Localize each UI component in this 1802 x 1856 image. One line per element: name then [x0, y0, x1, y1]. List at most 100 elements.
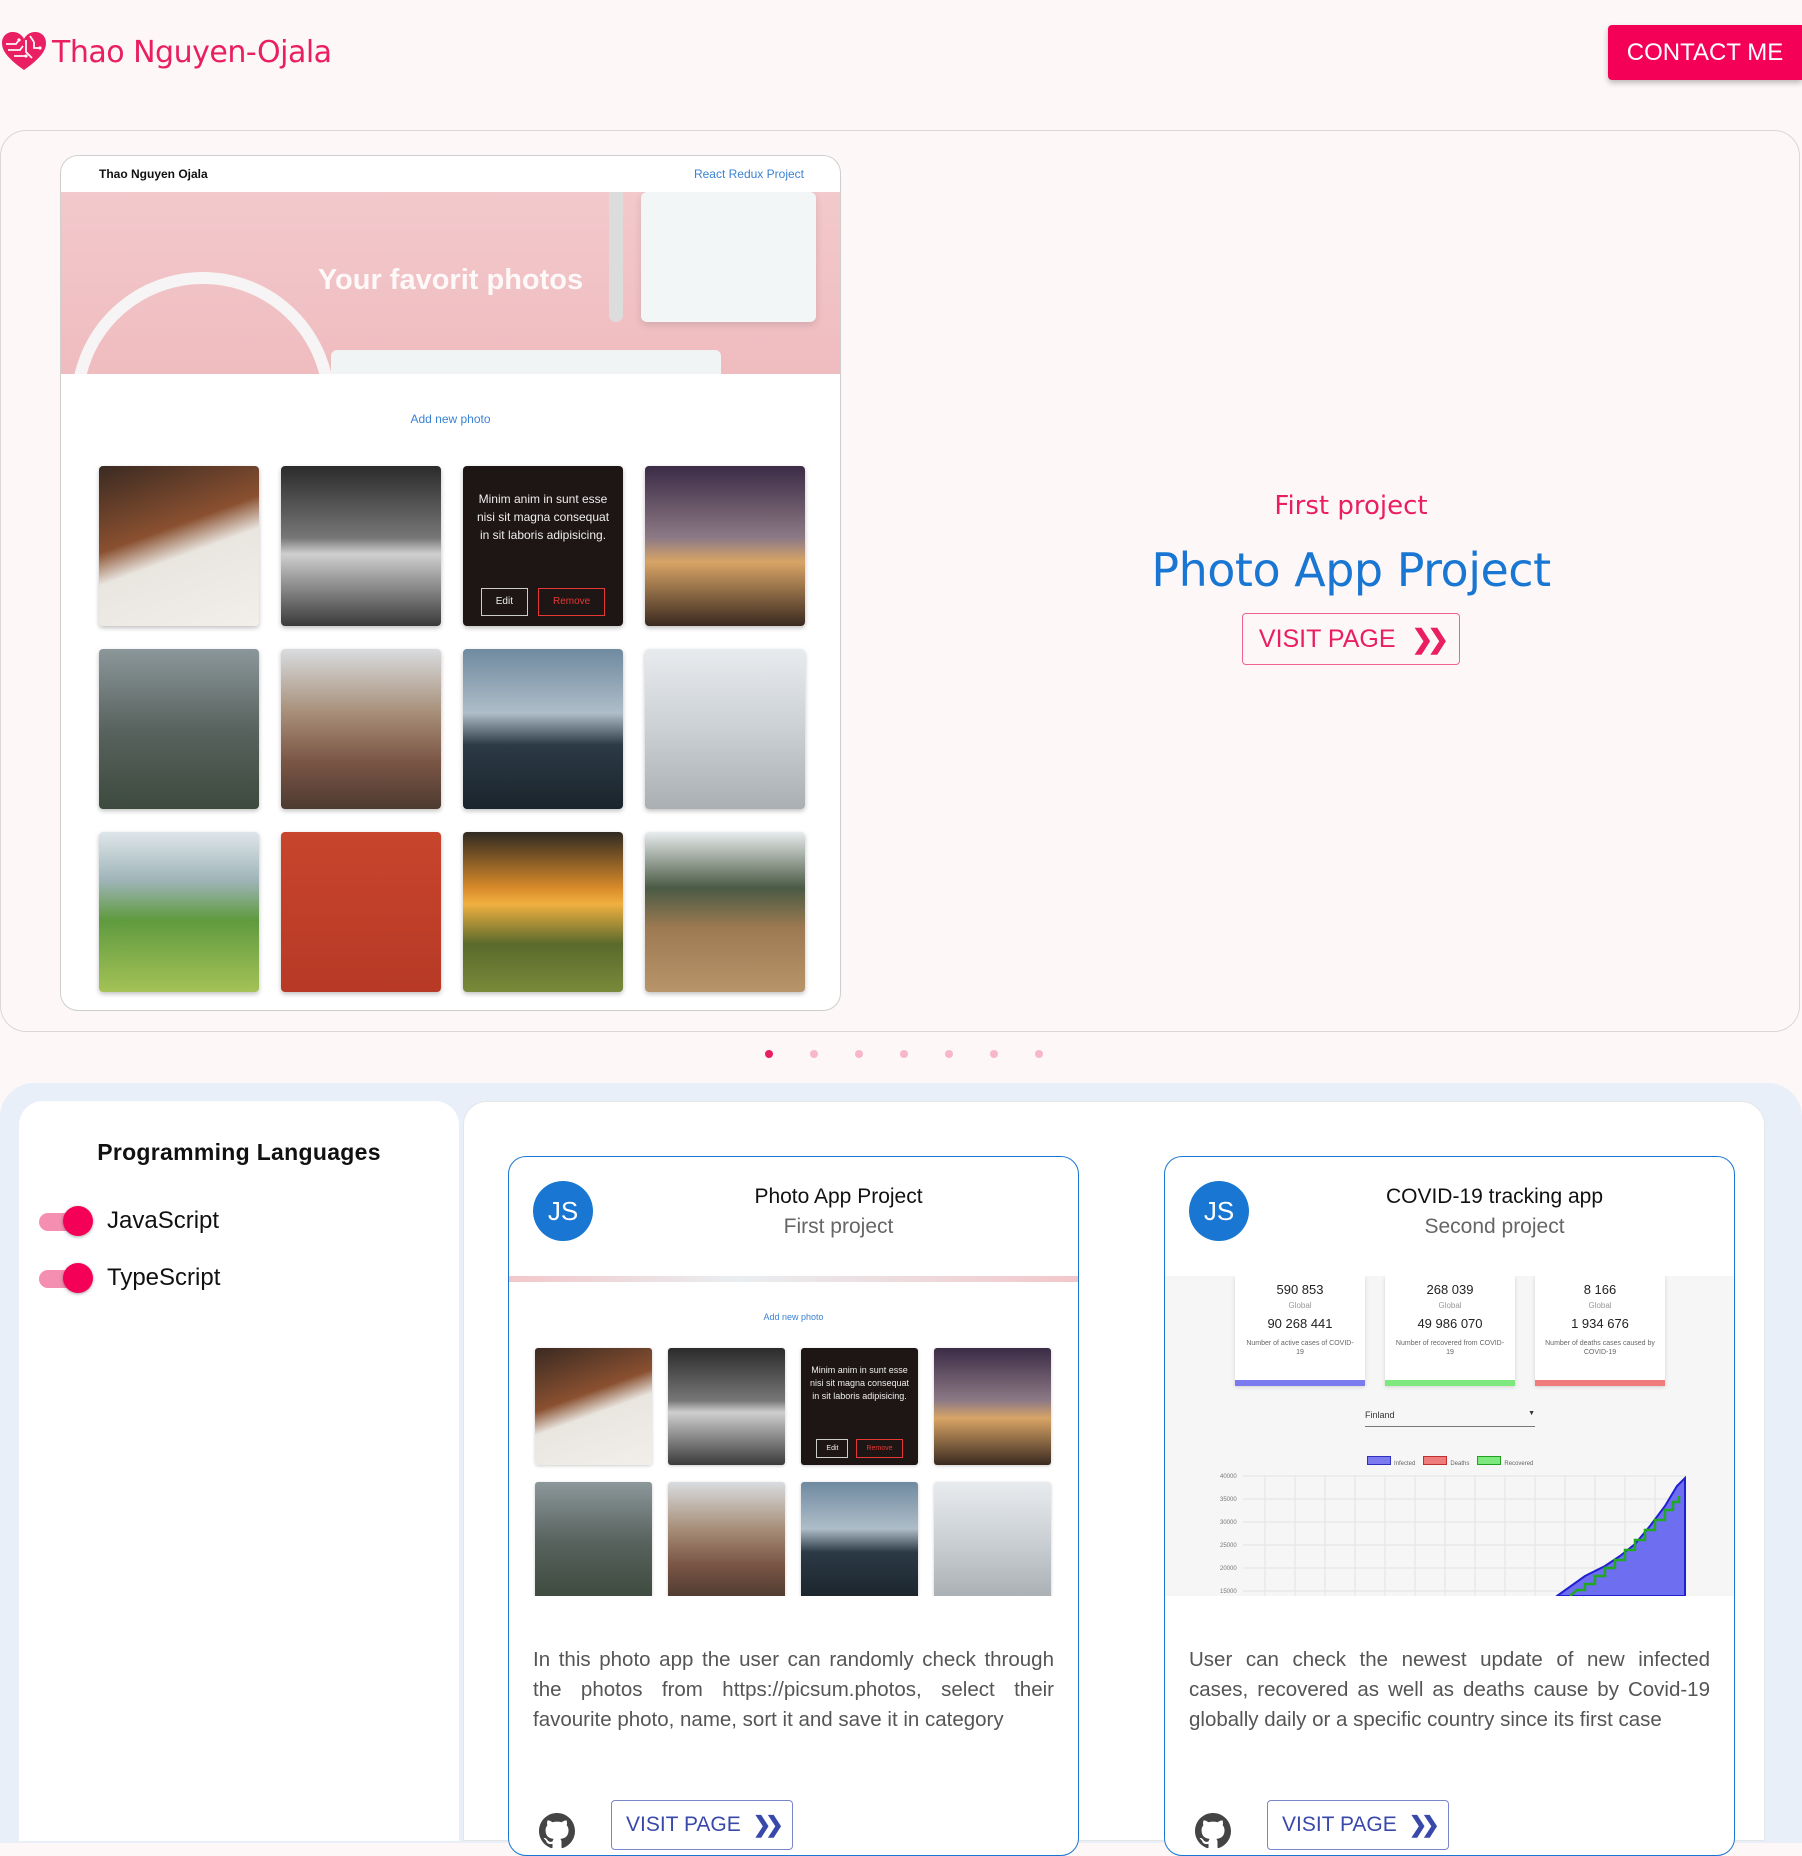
- y-tick-label: 15000: [1220, 1589, 1237, 1595]
- stat-new: 8 166: [1583, 1282, 1617, 1297]
- visit-page-button[interactable]: VISIT PAGE ❯❯: [611, 1800, 793, 1850]
- project-title: Photo App Project: [1151, 543, 1551, 597]
- project-info: First project Photo App Project VISIT PA…: [1001, 491, 1701, 665]
- photo-remove-button: Remove: [537, 588, 606, 616]
- card-subtitle: First project: [783, 1215, 894, 1238]
- toggle-javascript[interactable]: JavaScript: [39, 1206, 219, 1236]
- stat-card-deaths: 8 166 Global 1 934 676 Number of deaths …: [1535, 1276, 1665, 1386]
- card-title: Photo App Project: [754, 1185, 923, 1208]
- dropdown-arrow-icon: ▼: [1528, 1410, 1535, 1417]
- screenshot-photo-grid: Minim anim in sunt esse nisi sit magna c…: [99, 466, 805, 992]
- stat-card-infected: 590 853 Global 90 268 441 Number of acti…: [1235, 1276, 1365, 1386]
- card-description: User can check the newest update of new …: [1189, 1648, 1710, 1731]
- screenshot-add-photo-link: Add new photo: [410, 412, 491, 426]
- stat-note: Number of active cases of COVID-19: [1246, 1340, 1354, 1356]
- double-chevron-right-icon: ❯❯: [752, 1812, 784, 1837]
- github-icon[interactable]: [539, 1813, 575, 1849]
- stat-scope: Global: [1288, 1301, 1312, 1310]
- contact-me-button[interactable]: CONTACT ME: [1608, 25, 1802, 80]
- stat-card-recovered: 268 039 Global 49 986 070 Number of reco…: [1385, 1276, 1515, 1386]
- carousel-dot[interactable]: [1035, 1050, 1043, 1058]
- avatar: JS: [533, 1181, 593, 1241]
- stat-color-bar: [1535, 1380, 1665, 1386]
- card-subtitle: Second project: [1424, 1215, 1565, 1238]
- photo-city: [281, 649, 441, 809]
- visit-page-label: VISIT PAGE: [1282, 1813, 1397, 1836]
- stat-total: 90 268 441: [1267, 1316, 1333, 1331]
- photo-hover-card: Minim anim in sunt esse nisi sit magna c…: [463, 466, 623, 626]
- carousel-dot[interactable]: [945, 1050, 953, 1058]
- carousel-dot[interactable]: [810, 1050, 818, 1058]
- infected-area: [1555, 1475, 1686, 1596]
- keyboard-graphic: [331, 350, 721, 374]
- photo-sunset-rock: [645, 466, 805, 626]
- photo-caption: Minim anim in sunt esse nisi sit magna c…: [476, 492, 610, 542]
- project-card-covid-app: JS COVID-19 tracking app Second project …: [1164, 1156, 1735, 1856]
- project-card-photo-app: JS Photo App Project First project Add n…: [508, 1156, 1079, 1856]
- y-tick-label: 35000: [1220, 1497, 1237, 1503]
- card-title: COVID-19 tracking app: [1385, 1185, 1604, 1208]
- carousel-dot[interactable]: [990, 1050, 998, 1058]
- photo-desk: [535, 1348, 652, 1465]
- photo-plane-wreck: [801, 1482, 918, 1596]
- heart-circuit-icon: [2, 32, 46, 70]
- screenshot-nav-link: React Redux Project: [693, 167, 804, 181]
- card-description: In this photo app the user can randomly …: [533, 1648, 1054, 1731]
- stat-total: 49 986 070: [1417, 1316, 1483, 1331]
- photo-remove-button: Remove: [856, 1439, 903, 1458]
- photo-caption: Minim anim in sunt esse nisi sit magna c…: [809, 1365, 910, 1401]
- photo-edit-button: Edit: [480, 588, 528, 616]
- photo-snow-forest: [934, 1482, 1051, 1596]
- card-media: Add new photo Minim anim in sunt esse ni…: [509, 1276, 1078, 1596]
- screenshot-banner: Your favorit photos: [61, 192, 840, 374]
- screenshot-navbar: Thao Nguyen Ojala React Redux Project: [61, 156, 840, 192]
- photo-city: [668, 1482, 785, 1596]
- language-filter-title: Programming Languages: [97, 1139, 381, 1165]
- y-tick-label: 20000: [1220, 1566, 1237, 1572]
- typescript-switch[interactable]: [39, 1263, 95, 1293]
- stat-new: 268 039: [1426, 1282, 1474, 1297]
- visit-page-label: VISIT PAGE: [626, 1813, 741, 1836]
- site-owner-name: Thao Nguyen-Ojala: [52, 34, 332, 70]
- y-tick-label: 25000: [1220, 1543, 1237, 1549]
- language-filter-panel: Programming Languages JavaScript TypeScr…: [19, 1101, 459, 1841]
- photo-desk: [99, 466, 259, 626]
- country-value: Finland: [1365, 1410, 1395, 1420]
- stat-scope: Global: [1438, 1301, 1462, 1310]
- visit-page-button[interactable]: VISIT PAGE ❯❯: [1267, 1800, 1449, 1850]
- stats-row: 590 853 Global 90 268 441 Number of acti…: [1235, 1276, 1665, 1386]
- carousel-dot[interactable]: [855, 1050, 863, 1058]
- carousel-dot[interactable]: [900, 1050, 908, 1058]
- double-chevron-right-icon: ❯❯: [1408, 1812, 1440, 1837]
- screenshot-brand: Thao Nguyen Ojala: [99, 167, 208, 181]
- project-screenshot[interactable]: Thao Nguyen Ojala React Redux Project Yo…: [60, 155, 841, 1011]
- photo-bridge: [281, 466, 441, 626]
- photo-red-wall: [281, 832, 441, 992]
- brand[interactable]: Thao Nguyen-Ojala: [0, 28, 332, 76]
- stat-note: Number of recovered from COVID-19: [1395, 1340, 1505, 1356]
- photo-bridge: [668, 1348, 785, 1465]
- country-select: Finland ▼: [1365, 1410, 1535, 1427]
- photo-sunset-rock: [934, 1348, 1051, 1465]
- toggle-label: JavaScript: [107, 1207, 220, 1234]
- avatar: JS: [1189, 1181, 1249, 1241]
- project-carousel: Thao Nguyen Ojala React Redux Project Yo…: [0, 130, 1800, 1032]
- visit-page-label: VISIT PAGE: [1258, 624, 1396, 653]
- stat-new: 590 853: [1276, 1282, 1324, 1297]
- javascript-switch[interactable]: [39, 1206, 95, 1236]
- y-tick-label: 30000: [1220, 1520, 1237, 1526]
- card-media: 590 853 Global 90 268 441 Number of acti…: [1165, 1276, 1734, 1596]
- github-icon[interactable]: [1195, 1813, 1231, 1849]
- photo-grass: [645, 832, 805, 992]
- photo-hills: [99, 832, 259, 992]
- photo-savanna: [463, 832, 623, 992]
- stat-color-bar: [1385, 1380, 1515, 1386]
- stat-note: Number of deaths cases caused by COVID-1…: [1545, 1340, 1655, 1356]
- pen-graphic: [609, 192, 623, 322]
- visit-page-button[interactable]: VISIT PAGE ❯❯: [1241, 613, 1461, 665]
- toggle-typescript[interactable]: TypeScript: [39, 1263, 220, 1293]
- screenshot-banner-title: Your favorit photos: [317, 264, 584, 296]
- carousel-dot[interactable]: [765, 1050, 773, 1058]
- site-header: Thao Nguyen-Ojala CONTACT ME: [0, 0, 1802, 104]
- y-tick-label: 40000: [1220, 1474, 1237, 1480]
